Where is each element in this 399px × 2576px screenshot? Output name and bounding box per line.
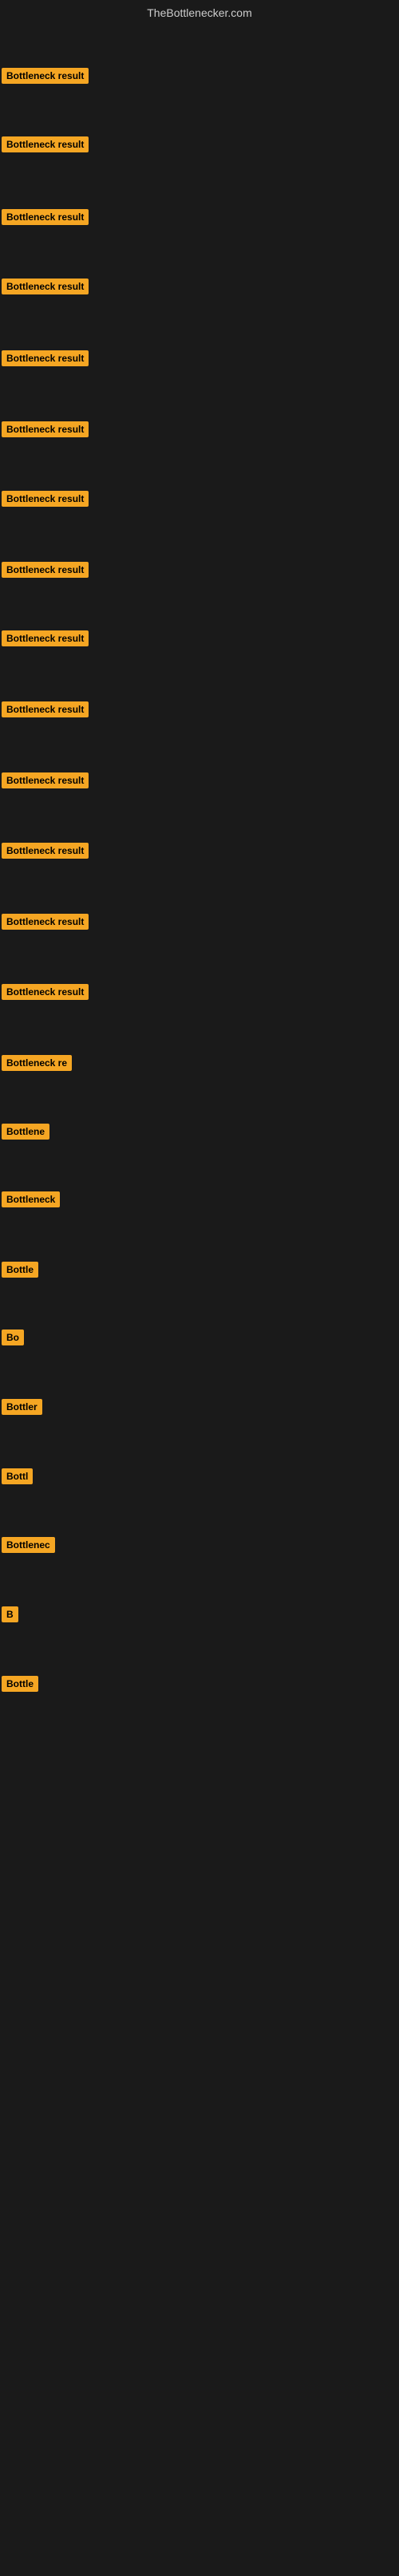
- bottleneck-badge[interactable]: Bottle: [2, 1676, 38, 1692]
- bottleneck-item-7[interactable]: Bottleneck result: [2, 491, 89, 511]
- bottleneck-badge[interactable]: Bottleneck result: [2, 562, 89, 578]
- bottleneck-badge[interactable]: Bo: [2, 1329, 24, 1345]
- bottleneck-badge[interactable]: Bottl: [2, 1468, 33, 1484]
- bottleneck-item-16[interactable]: Bottlene: [2, 1124, 49, 1144]
- bottleneck-badge[interactable]: Bottleneck result: [2, 843, 89, 859]
- bottleneck-item-13[interactable]: Bottleneck result: [2, 914, 89, 934]
- bottleneck-item-8[interactable]: Bottleneck result: [2, 562, 89, 582]
- bottleneck-item-22[interactable]: Bottlenec: [2, 1537, 55, 1557]
- bottleneck-item-9[interactable]: Bottleneck result: [2, 630, 89, 650]
- bottleneck-item-19[interactable]: Bo: [2, 1329, 24, 1349]
- bottleneck-badge[interactable]: Bottleneck result: [2, 491, 89, 507]
- bottleneck-badge[interactable]: Bottleneck result: [2, 350, 89, 366]
- bottleneck-item-23[interactable]: B: [2, 1606, 18, 1626]
- bottleneck-item-18[interactable]: Bottle: [2, 1262, 38, 1282]
- bottleneck-item-3[interactable]: Bottleneck result: [2, 209, 89, 229]
- bottleneck-item-4[interactable]: Bottleneck result: [2, 279, 89, 298]
- bottleneck-item-11[interactable]: Bottleneck result: [2, 772, 89, 792]
- bottleneck-item-10[interactable]: Bottleneck result: [2, 701, 89, 721]
- bottleneck-badge[interactable]: Bottleneck result: [2, 136, 89, 152]
- bottleneck-item-14[interactable]: Bottleneck result: [2, 984, 89, 1004]
- bottleneck-item-17[interactable]: Bottleneck: [2, 1191, 60, 1211]
- bottleneck-badge[interactable]: Bottle: [2, 1262, 38, 1278]
- bottleneck-badge[interactable]: Bottleneck result: [2, 914, 89, 930]
- bottleneck-item-20[interactable]: Bottler: [2, 1399, 42, 1419]
- bottleneck-badge[interactable]: Bottleneck: [2, 1191, 60, 1207]
- bottleneck-badge[interactable]: Bottler: [2, 1399, 42, 1415]
- bottleneck-item-5[interactable]: Bottleneck result: [2, 350, 89, 370]
- bottleneck-badge[interactable]: Bottleneck result: [2, 772, 89, 788]
- bottleneck-badge[interactable]: Bottleneck result: [2, 984, 89, 1000]
- site-title: TheBottlenecker.com: [0, 0, 399, 22]
- bottleneck-badge[interactable]: Bottleneck result: [2, 209, 89, 225]
- bottleneck-item-6[interactable]: Bottleneck result: [2, 421, 89, 441]
- bottleneck-item-21[interactable]: Bottl: [2, 1468, 33, 1488]
- bottleneck-item-24[interactable]: Bottle: [2, 1676, 38, 1696]
- bottleneck-badge[interactable]: Bottleneck result: [2, 630, 89, 646]
- bottleneck-badge[interactable]: Bottleneck result: [2, 701, 89, 717]
- bottleneck-badge[interactable]: Bottleneck result: [2, 279, 89, 294]
- bottleneck-list: Bottleneck result Bottleneck result Bottle…: [0, 22, 399, 2576]
- bottleneck-item-1[interactable]: Bottleneck result: [2, 68, 89, 88]
- bottleneck-item-12[interactable]: Bottleneck result: [2, 843, 89, 863]
- bottleneck-badge[interactable]: Bottleneck result: [2, 421, 89, 437]
- site-header: TheBottlenecker.com: [0, 0, 399, 22]
- bottleneck-item-15[interactable]: Bottleneck re: [2, 1055, 72, 1075]
- bottleneck-item-2[interactable]: Bottleneck result: [2, 136, 89, 156]
- bottleneck-badge[interactable]: Bottleneck re: [2, 1055, 72, 1071]
- bottleneck-badge[interactable]: Bottlene: [2, 1124, 49, 1140]
- bottleneck-badge[interactable]: Bottlenec: [2, 1537, 55, 1553]
- bottleneck-badge[interactable]: Bottleneck result: [2, 68, 89, 84]
- bottleneck-badge[interactable]: B: [2, 1606, 18, 1622]
